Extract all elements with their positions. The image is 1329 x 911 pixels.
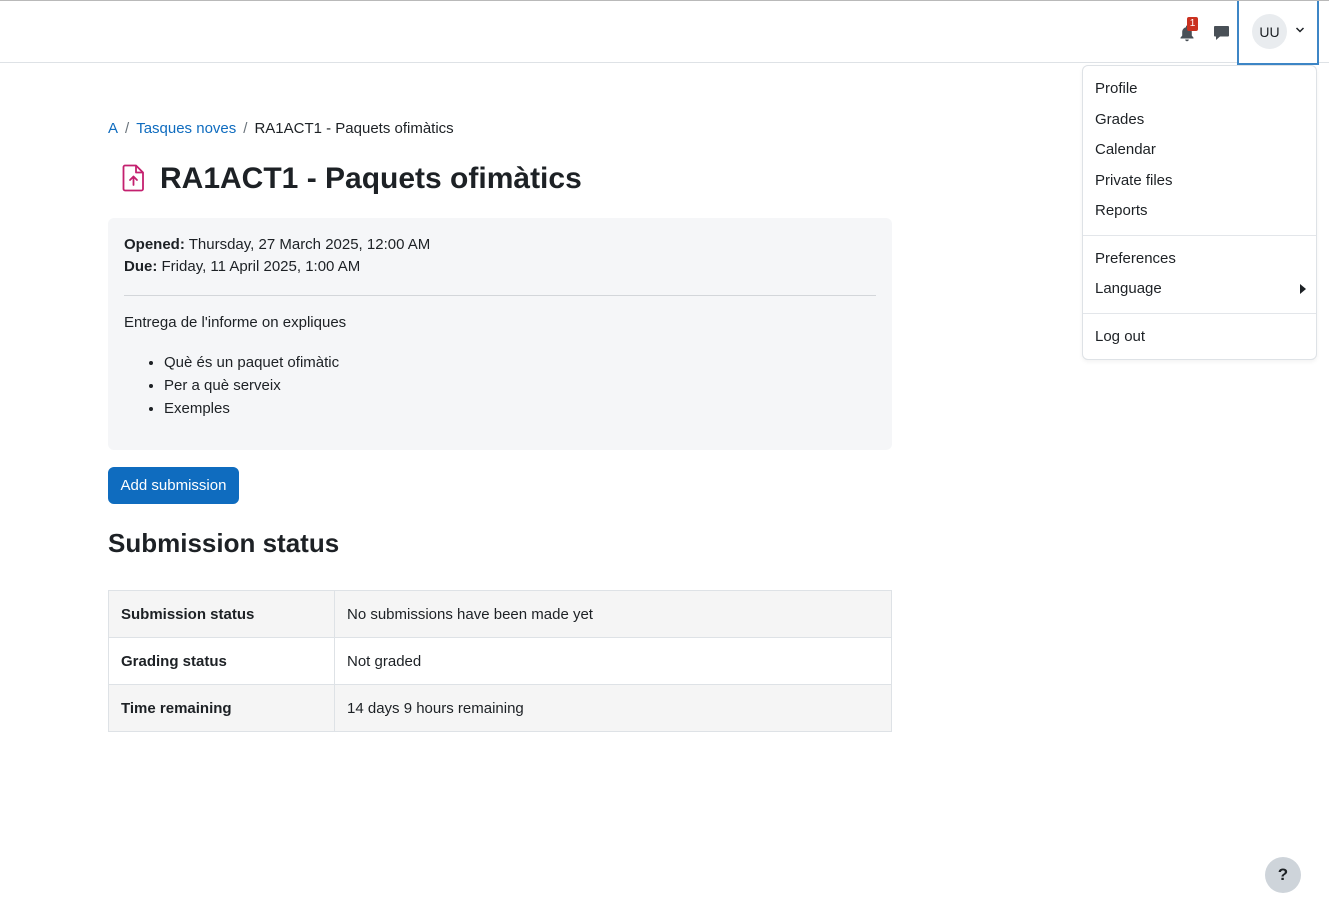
- menu-item-private-files[interactable]: Private files: [1095, 172, 1173, 189]
- breadcrumb-course-link[interactable]: A: [108, 120, 118, 137]
- breadcrumb-separator: /: [243, 120, 248, 137]
- due-value: Friday, 11 April 2025, 1:00 AM: [161, 258, 361, 275]
- menu-item-preferences[interactable]: Preferences: [1095, 250, 1176, 267]
- table-row: Submission status No submissions have be…: [108, 590, 892, 638]
- description-list: Què és un paquet ofimàtic Per a què serv…: [124, 351, 339, 420]
- breadcrumb-section-link[interactable]: Tasques noves: [136, 120, 236, 137]
- menu-item-language-label: Language: [1095, 280, 1162, 297]
- caret-right-icon: [1300, 284, 1306, 294]
- assignment-upload-icon: [122, 164, 144, 192]
- submission-status-heading: Submission status: [108, 528, 340, 558]
- description-intro: Entrega de l'informe on expliques: [124, 314, 347, 331]
- menu-item-profile[interactable]: Profile: [1095, 80, 1138, 97]
- breadcrumb: A / Tasques noves / RA1ACT1 - Paquets ofimàt…: [108, 120, 454, 137]
- table-row: Grading status Not graded: [108, 637, 892, 685]
- activity-info-box: Opened: Thursday, 27 March 2025, 12:00 A…: [108, 218, 892, 450]
- row-value: 14 days 9 hours remaining: [334, 684, 892, 732]
- breadcrumb-separator: /: [125, 120, 130, 137]
- chevron-down-icon: [1295, 27, 1305, 33]
- user-dropdown-menu: Profile Grades Calendar Private files Re…: [1082, 65, 1317, 360]
- menu-item-reports[interactable]: Reports: [1095, 202, 1148, 219]
- add-submission-button[interactable]: Add submission: [108, 467, 239, 504]
- menu-divider: [1083, 235, 1316, 236]
- row-label: Submission status: [108, 590, 335, 638]
- opened-value: Thursday, 27 March 2025, 12:00 AM: [188, 236, 431, 253]
- avatar: UU: [1252, 14, 1287, 49]
- messages-button[interactable]: [1211, 23, 1231, 43]
- divider: [124, 295, 876, 296]
- notifications-button[interactable]: 1: [1177, 17, 1198, 43]
- menu-divider: [1083, 313, 1316, 314]
- list-item: Què és un paquet ofimàtic: [164, 351, 339, 374]
- list-item: Exemples: [164, 397, 339, 420]
- row-label: Grading status: [108, 637, 335, 685]
- menu-item-logout[interactable]: Log out: [1095, 328, 1145, 345]
- notification-count-badge: 1: [1187, 17, 1198, 31]
- page-title: RA1ACT1 - Paquets ofimàtics: [160, 162, 582, 195]
- menu-item-calendar[interactable]: Calendar: [1095, 141, 1156, 158]
- chat-bubble-icon: [1213, 26, 1229, 40]
- list-item: Per a què serveix: [164, 374, 339, 397]
- top-navbar: 1 UU: [0, 0, 1329, 65]
- submission-status-table: Submission status No submissions have be…: [108, 590, 892, 732]
- menu-item-language[interactable]: Language: [1095, 280, 1305, 297]
- opened-date: Opened: Thursday, 27 March 2025, 12:00 A…: [124, 236, 430, 253]
- menu-item-grades[interactable]: Grades: [1095, 111, 1144, 128]
- row-label: Time remaining: [108, 684, 335, 732]
- row-value: Not graded: [334, 637, 892, 685]
- row-value: No submissions have been made yet: [334, 590, 892, 638]
- help-button[interactable]: ?: [1265, 857, 1301, 893]
- breadcrumb-current: RA1ACT1 - Paquets ofimàtics: [254, 120, 454, 137]
- due-label: Due:: [124, 258, 158, 275]
- table-row: Time remaining 14 days 9 hours remaining: [108, 684, 892, 732]
- opened-label: Opened:: [124, 236, 185, 253]
- user-menu-toggle[interactable]: UU: [1237, 1, 1319, 65]
- due-date: Due: Friday, 11 April 2025, 1:00 AM: [124, 258, 360, 275]
